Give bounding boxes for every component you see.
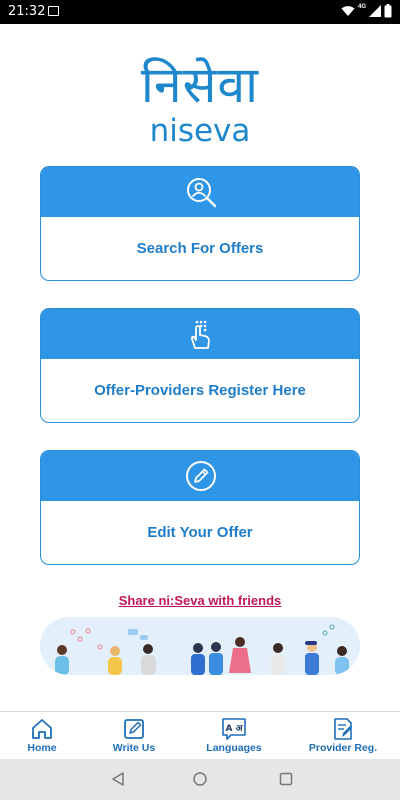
edit-offer-card[interactable]: Edit Your Offer — [40, 450, 360, 565]
nav-write-us[interactable]: Write Us — [92, 712, 176, 760]
image-icon — [48, 6, 59, 16]
signal-icon — [369, 5, 381, 17]
logo-latin: niseva — [149, 113, 251, 149]
nav-home-label: Home — [27, 742, 57, 754]
share-app-link[interactable]: Share ni:Seva with friends — [0, 593, 400, 608]
nav-provider-reg[interactable]: Provider Reg. — [298, 712, 388, 760]
translate-icon-text: A अ — [226, 724, 244, 734]
register-doc-icon — [334, 718, 352, 740]
back-icon[interactable] — [111, 772, 125, 786]
translate-icon: A अ — [222, 718, 246, 740]
bottom-navigation: Home Write Us A अ Languages Provider Reg… — [0, 711, 400, 759]
app-logo: निसेवा niseva — [0, 56, 400, 148]
status-time: 21:32 — [8, 4, 46, 19]
home-icon — [32, 719, 52, 739]
status-icons: 4G — [341, 4, 392, 18]
nav-write-us-label: Write Us — [112, 742, 156, 754]
card-label: Search For Offers — [136, 240, 264, 257]
nav-home[interactable]: Home — [0, 712, 84, 760]
nav-languages-label: Languages — [206, 742, 262, 754]
nav-provider-reg-label: Provider Reg. — [308, 742, 378, 754]
friends-illustration-graphic — [55, 624, 349, 675]
provider-register-card[interactable]: Offer-Providers Register Here — [40, 308, 360, 423]
search-person-icon — [187, 178, 217, 208]
card-header — [41, 451, 359, 501]
recents-icon[interactable] — [279, 772, 293, 786]
card-header — [41, 309, 359, 359]
card-header — [41, 167, 359, 217]
battery-icon — [384, 4, 392, 18]
card-label: Edit Your Offer — [147, 524, 253, 541]
people-illustration — [40, 617, 360, 675]
status-bar: 21:32 4G — [0, 0, 400, 24]
logo-devanagari: निसेवा — [140, 56, 260, 114]
network-label: 4G — [357, 4, 366, 10]
nav-languages[interactable]: A अ Languages — [192, 712, 276, 760]
system-navigation-bar — [0, 759, 400, 800]
home-circle-icon[interactable] — [193, 772, 207, 786]
tap-hand-icon — [191, 320, 210, 349]
search-offers-card[interactable]: Search For Offers — [40, 166, 360, 281]
wifi-icon — [341, 6, 355, 16]
edit-icon — [124, 719, 144, 739]
pencil-icon — [186, 461, 216, 491]
card-label: Offer-Providers Register Here — [94, 382, 306, 399]
